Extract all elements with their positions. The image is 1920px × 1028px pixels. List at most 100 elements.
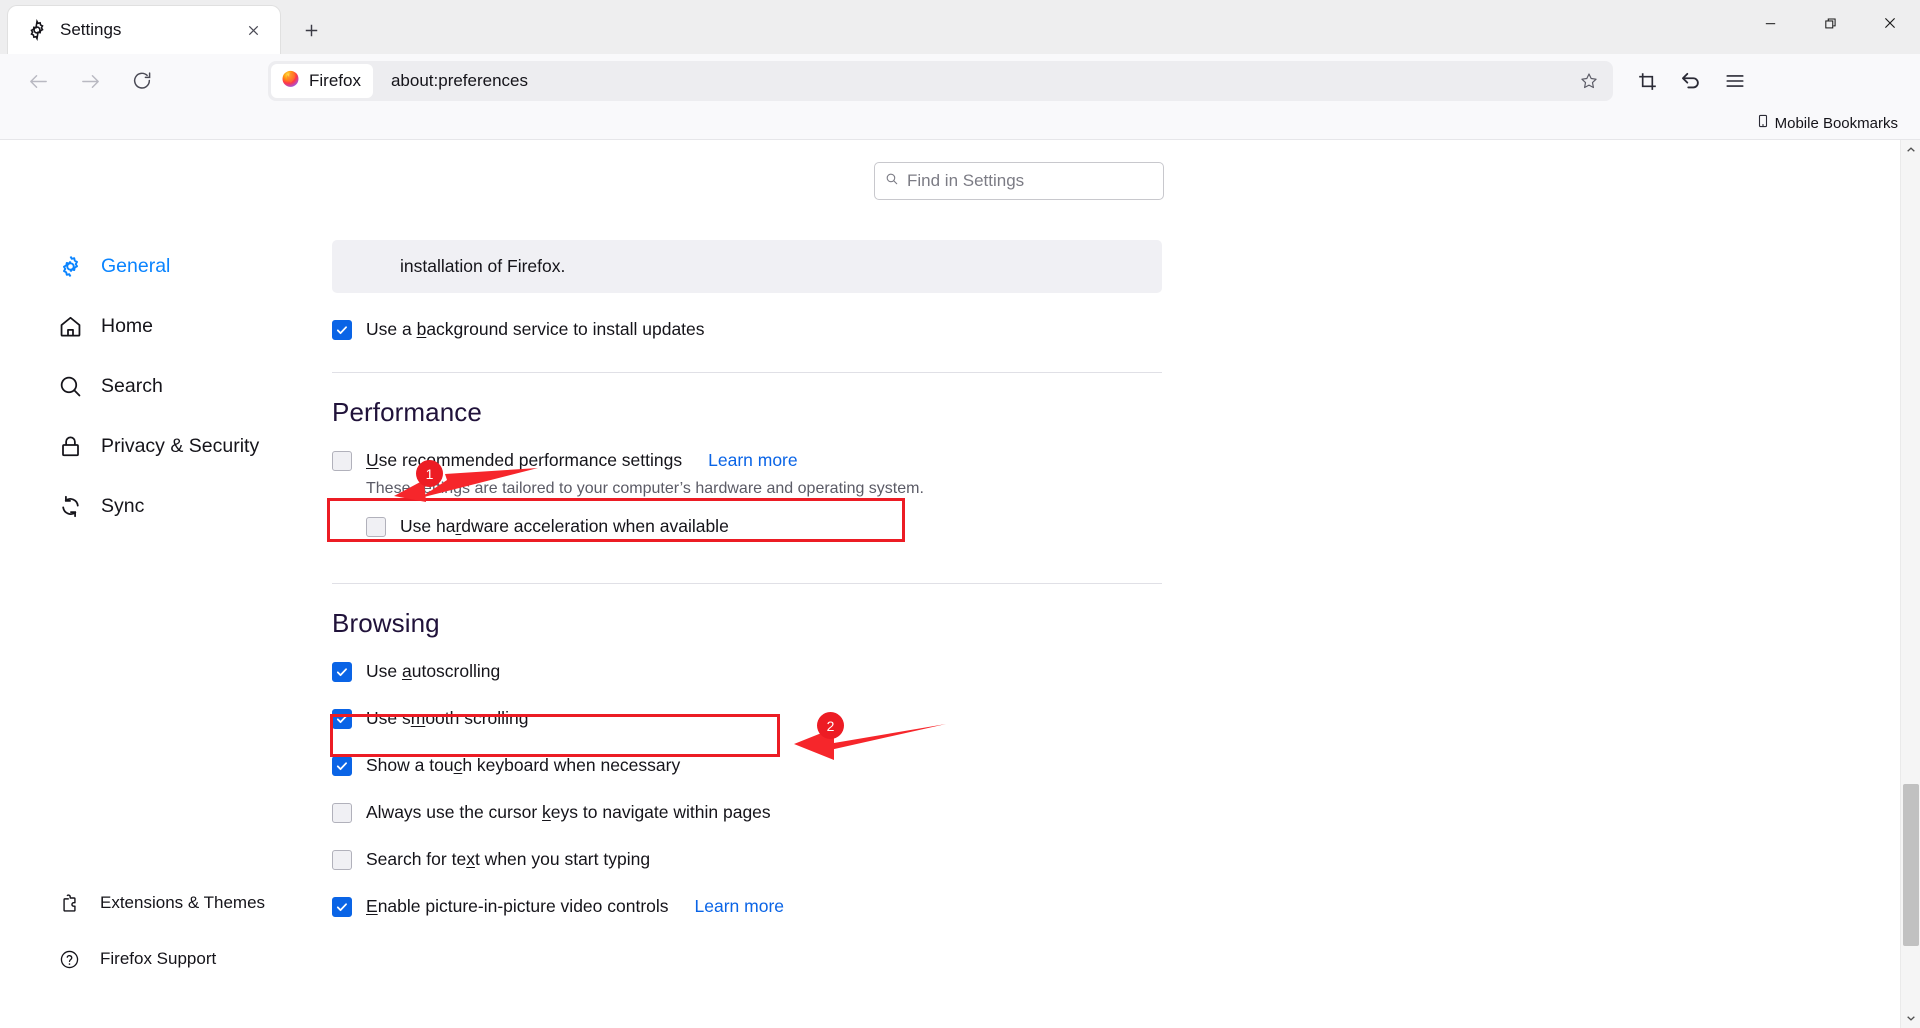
browsing-option-autoscrolling-row[interactable]: Use autoscrolling	[332, 661, 1162, 682]
background-service-row[interactable]: Use a background service to install upda…	[332, 319, 1162, 340]
sidebar-item-label: Privacy & Security	[101, 435, 260, 457]
use-recommended-performance-settings-row[interactable]: Use recommended performance settings Lea…	[332, 450, 1162, 471]
window-controls	[1740, 0, 1920, 46]
background-service-label: Use a background service to install upda…	[366, 319, 705, 339]
back-icon[interactable]	[16, 59, 60, 103]
divider	[332, 583, 1162, 584]
browsing-option-smooth-scrolling-row[interactable]: Use smooth scrolling	[332, 708, 1162, 729]
sidebar-item-label: General	[101, 255, 171, 277]
browsing-option-label: Search for text when you start typing	[366, 849, 651, 869]
tab-title: Settings	[60, 20, 122, 39]
home-icon	[57, 314, 83, 340]
picture-in-picture-learn-more-link[interactable]: Learn more	[695, 896, 785, 917]
picture-in-picture-checkbox[interactable]	[332, 896, 352, 917]
sidebar-item-extensions-themes[interactable]: Extensions & Themes	[0, 884, 332, 922]
browsing-option-search-on-typing-row[interactable]: Search for text when you start typing	[332, 849, 1162, 870]
scroll-up-icon[interactable]	[1901, 140, 1920, 160]
screenshot-icon[interactable]	[1625, 59, 1669, 103]
reload-icon[interactable]	[120, 59, 164, 103]
annotation-badge-1-visible: 1	[416, 460, 443, 487]
update-info-box: installation of Firefox.	[332, 240, 1162, 293]
browsing-option-label: Use smooth scrolling	[366, 708, 529, 728]
bookmarks-toolbar: Mobile Bookmarks	[0, 108, 1920, 140]
sidebar-item-label: Sync	[101, 495, 145, 517]
search-for-text-checkbox[interactable]	[332, 849, 352, 870]
browsing-option-label: Show a touch keyboard when necessary	[366, 755, 681, 775]
sidebar-item-firefox-support[interactable]: Firefox Support	[0, 940, 332, 978]
sidebar-item-label: Firefox Support	[100, 949, 217, 968]
performance-section-title: Performance	[332, 397, 482, 427]
url-input[interactable]: about:preferences	[373, 71, 1571, 91]
sidebar-item-label: Home	[101, 315, 154, 337]
firefox-identity-chip[interactable]: Firefox	[271, 64, 373, 98]
search-icon	[57, 374, 83, 400]
browsing-option-cursor-keys-row[interactable]: Always use the cursor keys to navigate w…	[332, 802, 1162, 823]
page-scrollbar[interactable]	[1900, 140, 1920, 1028]
browsing-option-picture-in-picture-row[interactable]: Enable picture-in-picture video controls…	[332, 896, 1162, 917]
sidebar-item-privacy-security[interactable]: Privacy & Security	[0, 424, 332, 469]
annotation-badge-2: 2	[817, 712, 844, 739]
browsing-option-label: Always use the cursor keys to navigate w…	[366, 802, 771, 822]
sidebar-item-home[interactable]: Home	[0, 304, 332, 349]
use-recommended-performance-settings-label: Use recommended performance settings	[366, 450, 683, 470]
performance-description: These settings are tailored to your comp…	[366, 480, 924, 497]
url-chip-label: Firefox	[309, 71, 361, 90]
use-hardware-acceleration-label: Use hardware acceleration when available	[400, 516, 729, 536]
sidebar-item-sync[interactable]: Sync	[0, 484, 332, 529]
sidebar-item-label: Search	[101, 375, 163, 397]
sync-icon	[57, 494, 83, 520]
performance-learn-more-link[interactable]: Learn more	[708, 450, 798, 471]
scrollbar-thumb[interactable]	[1903, 784, 1919, 946]
bookmark-label: Mobile Bookmarks	[1774, 115, 1898, 132]
forward-icon[interactable]	[68, 59, 112, 103]
browsing-option-touch-keyboard-row[interactable]: Show a touch keyboard when necessary	[332, 755, 1162, 776]
sidebar-item-search[interactable]: Search	[0, 364, 332, 409]
settings-content: Find in Settings installation of Firefox…	[332, 140, 1920, 1028]
find-in-settings-row: Find in Settings	[332, 162, 1920, 200]
settings-page: General Home Search Privacy & Security S…	[0, 140, 1920, 1028]
use-hardware-acceleration-checkbox[interactable]	[366, 516, 386, 537]
question-circle-icon	[58, 948, 80, 970]
cursor-keys-checkbox[interactable]	[332, 802, 352, 823]
search-placeholder: Find in Settings	[907, 171, 1025, 190]
search-input[interactable]: Find in Settings	[874, 162, 1164, 200]
sidebar-bottom-section: Extensions & Themes Firefox Support	[0, 884, 332, 996]
puzzle-icon	[58, 892, 80, 914]
divider	[332, 372, 1162, 373]
browsing-section-title: Browsing	[332, 608, 440, 638]
minimize-icon[interactable]	[1740, 0, 1800, 46]
undo-icon[interactable]	[1669, 59, 1713, 103]
gear-icon	[57, 254, 83, 280]
url-bar[interactable]: Firefox about:preferences	[268, 61, 1613, 101]
navigation-toolbar: Firefox about:preferences	[0, 54, 1920, 108]
browsing-option-label: Enable picture-in-picture video controls	[366, 896, 669, 916]
tab-strip: Settings	[0, 6, 332, 54]
browser-tab-settings[interactable]: Settings	[8, 6, 280, 54]
close-icon[interactable]	[240, 17, 266, 43]
use-recommended-performance-settings-checkbox[interactable]	[332, 450, 352, 471]
close-window-icon[interactable]	[1860, 0, 1920, 46]
toolbar-right-actions	[1625, 59, 1757, 103]
use-smooth-scrolling-checkbox[interactable]	[332, 708, 352, 729]
firefox-logo-icon	[281, 69, 300, 93]
show-touch-keyboard-checkbox[interactable]	[332, 755, 352, 776]
menu-icon[interactable]	[1713, 59, 1757, 103]
star-icon[interactable]	[1571, 63, 1607, 99]
new-tab-button[interactable]	[290, 9, 332, 51]
gear-icon	[26, 18, 48, 42]
settings-panel: installation of Firefox. Use a backgroun…	[332, 240, 1162, 917]
mobile-device-icon	[1756, 114, 1770, 133]
search-icon	[885, 172, 899, 191]
use-autoscrolling-checkbox[interactable]	[332, 661, 352, 682]
restore-icon[interactable]	[1800, 0, 1860, 46]
settings-sidebar: General Home Search Privacy & Security S…	[0, 140, 332, 1028]
title-bar: Settings	[0, 0, 1920, 54]
sidebar-item-label: Extensions & Themes	[100, 893, 266, 912]
sidebar-item-general[interactable]: General	[0, 244, 332, 289]
lock-icon	[57, 434, 83, 460]
use-hardware-acceleration-row[interactable]: Use hardware acceleration when available	[366, 516, 1162, 537]
bookmark-mobile-bookmarks[interactable]: Mobile Bookmarks	[1750, 111, 1904, 136]
browsing-option-label: Use autoscrolling	[366, 661, 501, 681]
scroll-down-icon[interactable]	[1901, 1008, 1920, 1028]
background-service-checkbox[interactable]	[332, 319, 352, 340]
